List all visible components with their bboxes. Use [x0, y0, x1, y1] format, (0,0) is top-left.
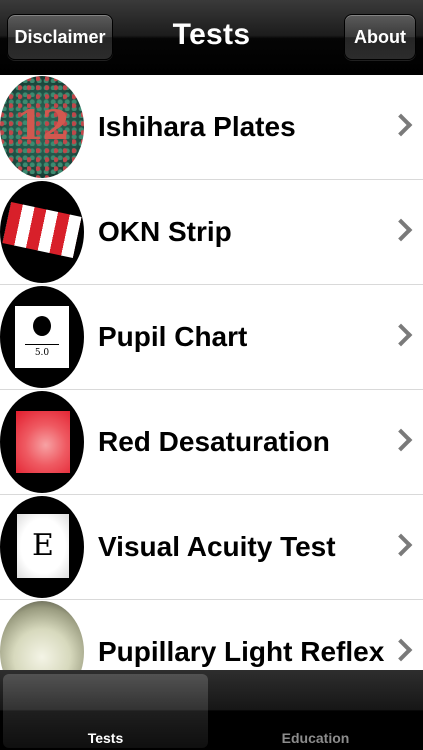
chevron-right-icon: [389, 218, 413, 242]
list-item-label: Visual Acuity Test: [98, 531, 336, 562]
tab-tests[interactable]: Tests: [3, 674, 208, 748]
navigation-bar: Disclaimer Tests About: [0, 0, 423, 75]
pupil-chart-thumbnail: 5.0: [0, 286, 84, 388]
list-item-red-desaturation[interactable]: Red Desaturation: [0, 390, 423, 495]
list-item-pupil-chart[interactable]: 5.0 Pupil Chart: [0, 285, 423, 390]
pupil-card: 5.0: [15, 306, 69, 368]
chevron-right-icon: [389, 533, 413, 557]
e-card: E: [17, 514, 69, 578]
chevron-right-icon: [389, 323, 413, 347]
tab-education[interactable]: Education: [213, 674, 418, 748]
pupil-dot: [33, 316, 51, 336]
tab-label: Education: [281, 730, 350, 746]
pupil-size-label: 5.0: [34, 348, 50, 358]
ishihara-plate-thumbnail: 12: [0, 76, 84, 178]
list-item-label: OKN Strip: [98, 216, 232, 247]
okn-stripes: [2, 201, 82, 259]
list-item-okn-strip[interactable]: OKN Strip: [0, 180, 423, 285]
chevron-right-icon: [389, 638, 413, 662]
list-item-label: Pupillary Light Reflex: [98, 636, 385, 667]
red-desaturation-thumbnail: [0, 391, 84, 493]
tab-label: Tests: [87, 730, 124, 746]
chevron-right-icon: [389, 428, 413, 452]
list-item-label: Ishihara Plates: [98, 111, 296, 142]
e-letter: E: [32, 528, 54, 563]
list-item-label: Pupil Chart: [98, 321, 248, 352]
visual-acuity-thumbnail: E: [0, 496, 84, 598]
list-item-pupillary-light-reflex[interactable]: Pupillary Light Reflex: [0, 600, 423, 670]
app-screen: Disclaimer Tests About 12 Ishihara Plate…: [0, 0, 423, 750]
red-square: [16, 411, 70, 473]
pupillary-light-thumbnail: [0, 601, 84, 670]
list-item-visual-acuity-test[interactable]: E Visual Acuity Test: [0, 495, 423, 600]
list-item-label: Red Desaturation: [98, 426, 330, 457]
ishihara-number: 12: [16, 102, 70, 149]
tab-bar: Tests Education: [0, 670, 423, 750]
list-item-ishihara-plates[interactable]: 12 Ishihara Plates: [0, 75, 423, 180]
tests-list[interactable]: 12 Ishihara Plates OKN Strip 5.0 Pupil C…: [0, 75, 423, 670]
about-button[interactable]: About: [344, 14, 416, 60]
okn-strip-thumbnail: [0, 181, 84, 283]
chevron-right-icon: [389, 113, 413, 137]
